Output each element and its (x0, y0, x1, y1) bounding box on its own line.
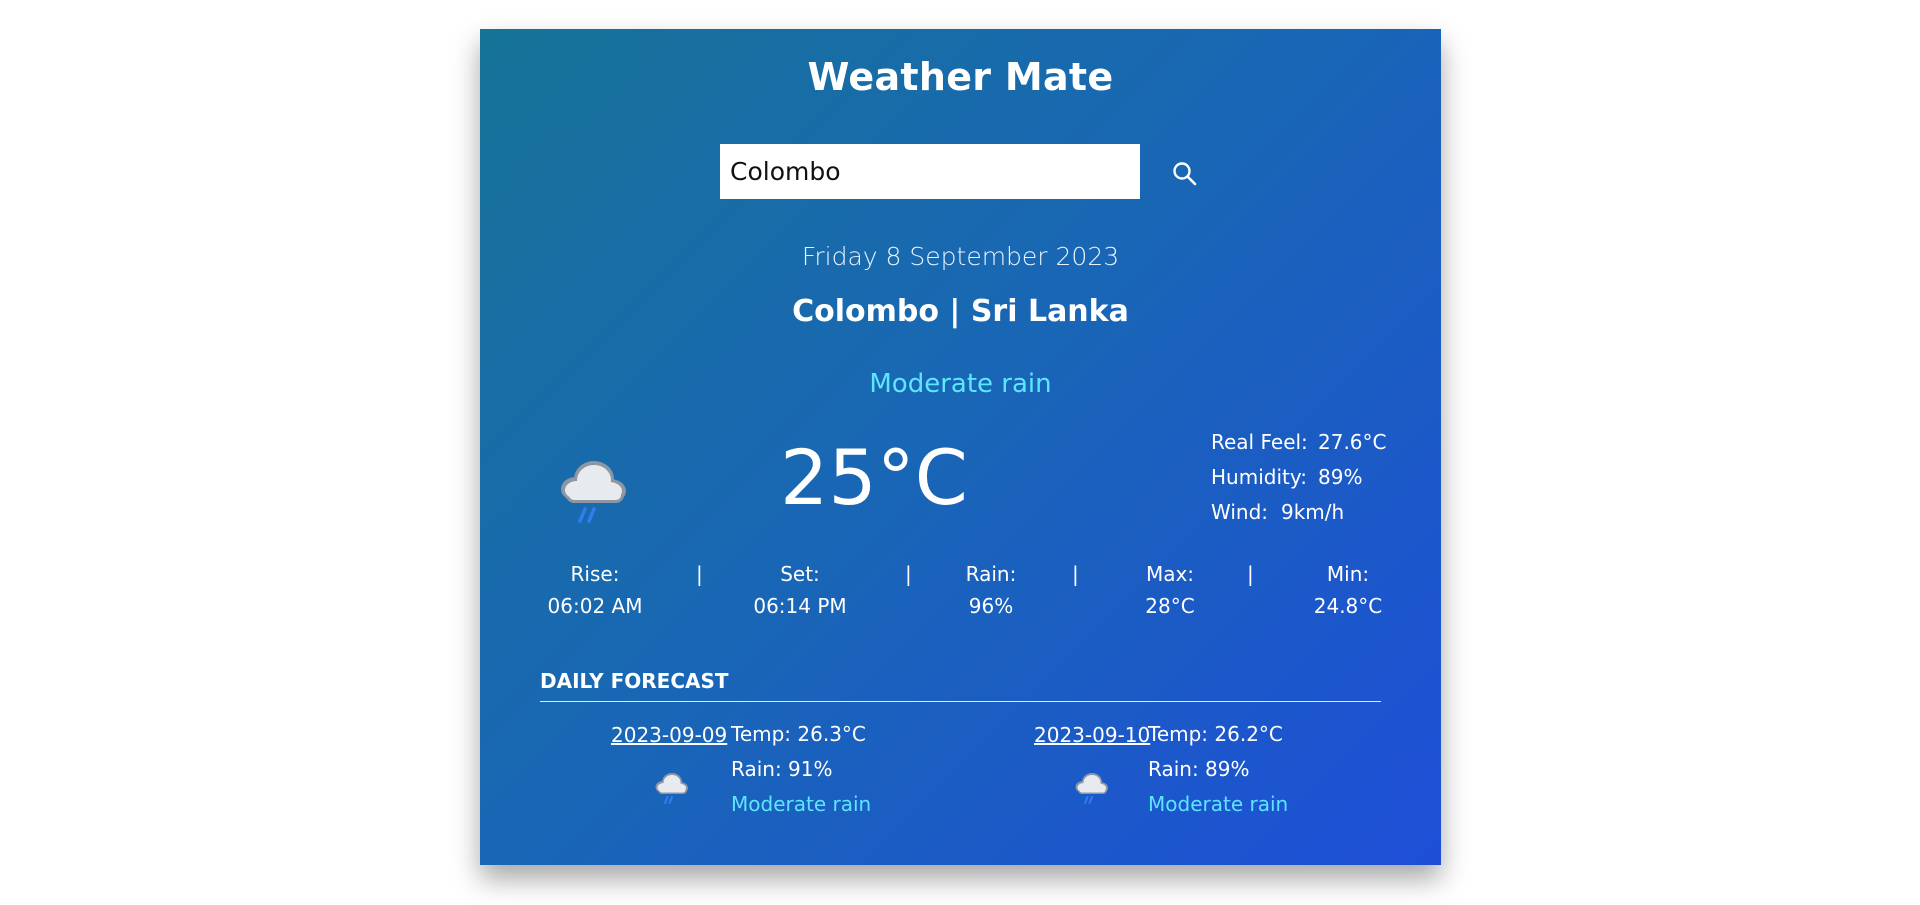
detail-value: 27.6°C (1318, 430, 1387, 454)
stat-label: Rain: (965, 562, 1017, 586)
stat-separator: | (1247, 562, 1254, 586)
detail-value: 89% (1318, 465, 1363, 489)
city-search-input[interactable] (720, 144, 1140, 199)
rain-cloud-icon (1071, 767, 1111, 810)
stat-label: Set: (780, 562, 820, 586)
detail-humidity: Humidity: 89% (1211, 460, 1387, 495)
stat-value: 06:14 PM (753, 594, 847, 618)
forecast-info: Temp: 26.2°C Rain: 89% Moderate rain (1148, 717, 1288, 822)
weather-details: Real Feel: 27.6°C Humidity: 89% Wind: 9k… (1211, 425, 1387, 530)
stat-sunrise: Rise: 06:02 AM (530, 562, 660, 618)
location-name: Colombo | Sri Lanka (792, 294, 1129, 329)
stat-sunset: Set: 06:14 PM (730, 562, 870, 618)
detail-label: Humidity: (1211, 465, 1307, 489)
sun-and-temp-stats: Rise: 06:02 AM Set: 06:14 PM Rain: 96% M… (480, 562, 1441, 642)
stat-separator: | (1072, 562, 1079, 586)
forecast-info: Temp: 26.3°C Rain: 91% Moderate rain (731, 717, 871, 822)
forecast-condition: Moderate rain (731, 792, 872, 816)
current-temperature: 25°C (780, 433, 968, 522)
forecast-date-link[interactable]: 2023-09-10 (1034, 723, 1150, 747)
app-title: Weather Mate (807, 55, 1114, 99)
stat-max: Max: 28°C (1120, 562, 1220, 618)
search-button[interactable] (1165, 154, 1205, 194)
stat-value: 06:02 AM (547, 594, 643, 618)
rain-cloud-icon (651, 767, 691, 810)
stat-value: 28°C (1145, 594, 1195, 618)
forecast-temp: Temp: 26.3°C (731, 722, 866, 746)
stat-label: Rise: (570, 562, 620, 586)
detail-value: 9km/h (1281, 500, 1345, 524)
stat-value: 96% (968, 594, 1014, 618)
forecast-divider (540, 701, 1381, 702)
forecast-date-link[interactable]: 2023-09-09 (611, 723, 727, 747)
stat-separator: | (905, 562, 912, 586)
detail-wind: Wind: 9km/h (1211, 495, 1387, 530)
forecast-temp: Temp: 26.2°C (1148, 722, 1283, 746)
forecast-rain: Rain: 91% (731, 757, 833, 781)
daily-forecast-heading: DAILY FORECAST (540, 669, 729, 693)
detail-label: Real Feel: (1211, 430, 1308, 454)
detail-real-feel: Real Feel: 27.6°C (1211, 425, 1387, 460)
weather-condition: Moderate rain (869, 369, 1052, 399)
search-icon (1173, 162, 1197, 186)
forecast-condition: Moderate rain (1148, 792, 1289, 816)
stat-label: Max: (1145, 562, 1195, 586)
weather-card: Weather Mate Friday 8 September 2023 Col… (480, 29, 1441, 865)
rain-cloud-icon (552, 449, 632, 529)
stat-min: Min: 24.8°C (1298, 562, 1398, 618)
stat-label: Min: (1326, 562, 1370, 586)
stat-rain: Rain: 96% (946, 562, 1036, 618)
current-date: Friday 8 September 2023 (801, 242, 1120, 271)
detail-label: Wind: (1211, 500, 1269, 524)
stat-value: 24.8°C (1313, 594, 1383, 618)
stat-separator: | (696, 562, 703, 586)
forecast-rain: Rain: 89% (1148, 757, 1250, 781)
